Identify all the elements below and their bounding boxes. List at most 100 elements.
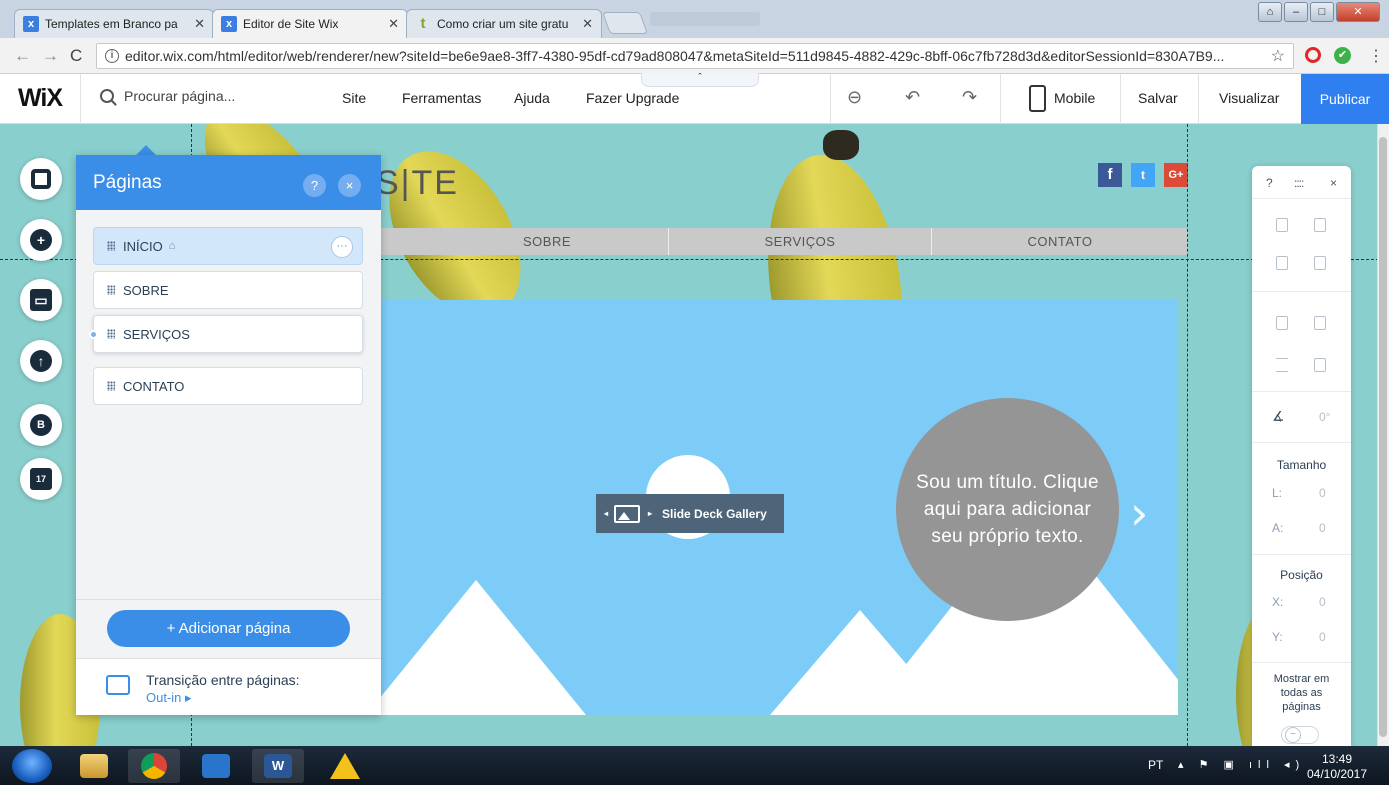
system-tray-icons[interactable]: ▴ ⚑ ▣ ıll ◂) xyxy=(1178,758,1305,771)
close-tab-icon[interactable]: ✕ xyxy=(194,16,205,32)
maximize-icon[interactable]: □ xyxy=(1310,2,1334,22)
site-menu-item-contato[interactable]: CONTATO xyxy=(931,228,1188,255)
minimize-icon[interactable]: – xyxy=(1284,2,1308,22)
arrange-icon[interactable] xyxy=(1276,316,1288,330)
mobile-icon[interactable] xyxy=(1029,85,1046,112)
drag-handle-icon[interactable] xyxy=(107,329,115,339)
publish-button[interactable]: Publicar xyxy=(1301,74,1389,124)
page-item-servicos[interactable]: SERVIÇOS xyxy=(89,315,363,353)
close-icon[interactable]: × xyxy=(1330,176,1337,190)
y-input[interactable]: 0 xyxy=(1319,630,1326,644)
help-icon[interactable]: ? xyxy=(303,174,326,197)
upload-button[interactable]: ↑ xyxy=(20,340,62,382)
collapse-topbar-button[interactable]: ˆ xyxy=(641,73,759,87)
page-settings-button[interactable]: ··· xyxy=(331,236,353,258)
chevron-left-icon: ◂ xyxy=(604,509,609,518)
drag-handle-icon[interactable] xyxy=(107,381,115,391)
paste-icon[interactable] xyxy=(1314,218,1326,232)
align-icon[interactable] xyxy=(1314,316,1326,330)
show-all-pages-toggle[interactable] xyxy=(1281,726,1319,744)
width-input[interactable]: 0 xyxy=(1319,486,1326,500)
undo-icon[interactable]: ↶ xyxy=(905,87,920,108)
save-button[interactable]: Salvar xyxy=(1138,90,1178,106)
close-window-icon[interactable]: ✕ xyxy=(1336,2,1380,22)
browser-tab-como-criar[interactable]: t Como criar um site gratu ✕ xyxy=(406,9,602,38)
slide-next-arrow-icon[interactable]: › xyxy=(1130,486,1148,540)
page-transition-section[interactable]: Transição entre páginas: Out-in ▸ xyxy=(76,658,381,715)
height-input[interactable]: 0 xyxy=(1319,521,1326,535)
menu-ajuda[interactable]: Ajuda xyxy=(514,90,550,106)
twitter-icon[interactable]: t xyxy=(1131,163,1155,187)
forward-icon[interactable]: → xyxy=(42,46,59,66)
app-market-button[interactable]: ▭ xyxy=(20,279,62,321)
zoom-out-icon[interactable]: ⊖ xyxy=(847,87,862,108)
menu-site[interactable]: Site xyxy=(342,90,366,106)
duplicate-icon[interactable] xyxy=(1276,256,1288,270)
delete-icon[interactable] xyxy=(1314,256,1326,270)
start-button[interactable] xyxy=(12,749,52,783)
taskbar-chrome[interactable] xyxy=(128,749,180,783)
redo-icon[interactable]: ↷ xyxy=(962,87,977,108)
drag-handle-icon[interactable] xyxy=(107,241,115,251)
page-search-input[interactable]: Procurar página... xyxy=(100,88,235,104)
add-button[interactable]: + xyxy=(20,219,62,261)
site-menu-item-servicos[interactable]: SERVIÇOS xyxy=(668,228,931,255)
site-title[interactable]: S|TE xyxy=(376,164,459,203)
taskbar-media-player[interactable] xyxy=(190,749,242,783)
wix-favicon-icon: x xyxy=(23,16,39,32)
bookmark-star-icon[interactable]: ☆ xyxy=(1271,46,1285,66)
site-menu-item-sobre[interactable]: SOBRE xyxy=(426,228,668,255)
google-plus-icon[interactable]: G+ xyxy=(1164,163,1188,187)
help-icon[interactable]: ? xyxy=(1266,176,1273,190)
add-page-button[interactable]: + Adicionar página xyxy=(107,610,350,647)
word-icon: W xyxy=(264,754,292,778)
background-button[interactable] xyxy=(20,158,62,200)
language-indicator[interactable]: PT xyxy=(1148,758,1163,772)
taskbar-warning-app[interactable] xyxy=(316,749,368,783)
close-icon[interactable]: × xyxy=(338,174,361,197)
url-field[interactable]: i editor.wix.com/html/editor/web/rendere… xyxy=(96,43,1294,69)
divider xyxy=(1252,198,1351,199)
info-icon[interactable]: i xyxy=(105,49,119,63)
taskbar-explorer[interactable] xyxy=(68,749,120,783)
rotation-value[interactable]: 0° xyxy=(1319,410,1330,424)
page-item-inicio[interactable]: INÍCIO ⌂ ··· xyxy=(93,227,363,265)
gallery-badge[interactable]: ◂ ▸ Slide Deck Gallery xyxy=(596,494,784,533)
menu-fazer-upgrade[interactable]: Fazer Upgrade xyxy=(586,90,679,106)
browser-tab-templates[interactable]: x Templates em Branco pa ✕ xyxy=(14,9,214,38)
drag-handle-icon[interactable] xyxy=(107,285,115,295)
back-icon[interactable]: ← xyxy=(14,46,31,66)
new-tab-button[interactable] xyxy=(601,12,649,34)
site-menu[interactable]: SOBRE SERVIÇOS CONTATO xyxy=(306,228,1188,255)
menu-ferramentas[interactable]: Ferramentas xyxy=(402,90,481,106)
blog-button[interactable]: B xyxy=(20,404,62,446)
page-item-sobre[interactable]: SOBRE xyxy=(93,271,363,309)
check-extension-icon[interactable]: ✔ xyxy=(1334,47,1351,64)
size-label: Tamanho xyxy=(1276,458,1327,472)
scrollbar-thumb[interactable] xyxy=(1379,137,1387,737)
chrome-menu-icon[interactable]: ⋮ xyxy=(1368,46,1384,66)
transition-value-link[interactable]: Out-in ▸ xyxy=(146,690,192,706)
taskbar-word[interactable]: W xyxy=(252,749,304,783)
copy-icon[interactable] xyxy=(1276,218,1288,232)
close-tab-icon[interactable]: ✕ xyxy=(582,16,593,32)
drag-grip-icon[interactable]: :::: xyxy=(1294,176,1304,190)
divider xyxy=(76,599,381,600)
facebook-icon[interactable]: f xyxy=(1098,163,1122,187)
match-size-icon[interactable] xyxy=(1314,358,1326,372)
opera-extension-icon[interactable] xyxy=(1305,47,1321,63)
rotate-icon[interactable]: ∡ xyxy=(1272,408,1285,425)
headline-text-box[interactable]: Sou um título. Clique aqui para adiciona… xyxy=(896,398,1119,621)
height-key: A: xyxy=(1272,521,1284,535)
browser-tab-wix-editor[interactable]: x Editor de Site Wix ✕ xyxy=(212,9,408,38)
bookings-button[interactable]: 17 xyxy=(20,458,62,500)
preview-button[interactable]: Visualizar xyxy=(1219,90,1279,106)
taskbar-clock[interactable]: 13:49 04/10/2017 xyxy=(1304,752,1370,782)
x-input[interactable]: 0 xyxy=(1319,595,1326,609)
close-tab-icon[interactable]: ✕ xyxy=(388,16,399,32)
reload-icon[interactable]: C xyxy=(70,46,82,66)
distribute-icon[interactable] xyxy=(1276,358,1288,372)
user-icon[interactable]: ⌂ xyxy=(1258,2,1282,22)
page-item-contato[interactable]: CONTATO xyxy=(93,367,363,405)
mobile-button[interactable]: Mobile xyxy=(1054,90,1095,106)
